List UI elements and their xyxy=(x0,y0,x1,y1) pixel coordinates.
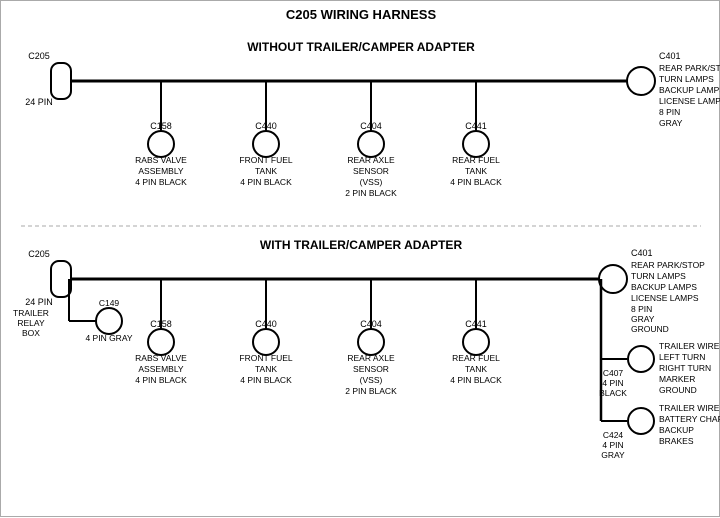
section2-c158-line2: ASSEMBLY xyxy=(138,364,184,374)
section2-24pin: 24 PIN xyxy=(25,297,53,307)
section1-c440-circle xyxy=(253,131,279,157)
section2-c424-color: GRAY xyxy=(601,450,625,460)
section2-c440-label: C440 xyxy=(255,319,277,329)
section2-c401-pins: 8 PIN xyxy=(631,304,652,314)
section2-c401-line2: TURN LAMPS xyxy=(631,271,686,281)
section2-c424-brakes: BRAKES xyxy=(659,436,694,446)
section2-c158-line3: 4 PIN BLACK xyxy=(135,375,187,385)
section2-c441-circle xyxy=(463,329,489,355)
section2-trailer-relay-label: TRAILER xyxy=(13,308,49,318)
section2-c407-trailer: TRAILER WIRES xyxy=(659,341,720,351)
section1-c401-pins: 8 PIN xyxy=(659,107,680,117)
section2-c407-marker: MARKER xyxy=(659,374,695,384)
section2-c440-line3: 4 PIN BLACK xyxy=(240,375,292,385)
section2-c407-label: C407 xyxy=(603,368,624,378)
section2-c407-pins: 4 PIN xyxy=(602,378,623,388)
section2-c401-line4: LICENSE LAMPS xyxy=(631,293,699,303)
section2-c158-label: C158 xyxy=(150,319,172,329)
section2-c404-line3: (VSS) xyxy=(360,375,383,385)
section2-c407-rt: RIGHT TURN xyxy=(659,363,711,373)
section1-c401-line2: TURN LAMPS xyxy=(659,74,714,84)
section2-c205-label: C205 xyxy=(28,249,50,259)
section1-c404-line3: (VSS) xyxy=(360,177,383,187)
section1-c401-line1: REAR PARK/STOP xyxy=(659,63,720,73)
section2-c407-lt: LEFT TURN xyxy=(659,352,705,362)
section1-c404-label: C404 xyxy=(360,121,382,131)
section2-c441-label: C441 xyxy=(465,319,487,329)
section2-trailer-relay-label2: RELAY xyxy=(17,318,45,328)
section1-c401-line3: BACKUP LAMPS xyxy=(659,85,720,95)
section2-c407-ground: GROUND xyxy=(659,385,697,395)
section2-c404-line1: REAR AXLE xyxy=(347,353,395,363)
section2-c401-color: GRAY xyxy=(631,314,655,324)
section2-c404-label: C404 xyxy=(360,319,382,329)
section1-c158-circle xyxy=(148,131,174,157)
section1-c404-line2: SENSOR xyxy=(353,166,389,176)
section1-c401-color: GRAY xyxy=(659,118,683,128)
section2-c424-backup: BACKUP xyxy=(659,425,694,435)
section1-c205-label: C205 xyxy=(28,51,50,61)
section1-c441-line3: 4 PIN BLACK xyxy=(450,177,502,187)
section2-c149-label: C149 xyxy=(99,298,120,308)
section1-label: WITHOUT TRAILER/CAMPER ADAPTER xyxy=(247,40,475,54)
section1-c158-label: C158 xyxy=(150,121,172,131)
section2-c401-line1: REAR PARK/STOP xyxy=(631,260,705,270)
section1-left-rect xyxy=(51,63,71,99)
section1-c440-line1: FRONT FUEL xyxy=(239,155,292,165)
main-title: C205 WIRING HARNESS xyxy=(286,7,437,22)
section1-right-circle xyxy=(627,67,655,95)
section1-c401-label: C401 xyxy=(659,51,681,61)
section2-right-circle xyxy=(599,265,627,293)
page-container: C205 WIRING HARNESS WITHOUT TRAILER/CAMP… xyxy=(0,0,720,517)
section1-c441-line2: TANK xyxy=(465,166,487,176)
section2-c404-line2: SENSOR xyxy=(353,364,389,374)
section2-c441-line3: 4 PIN BLACK xyxy=(450,375,502,385)
section2-c404-line4: 2 PIN BLACK xyxy=(345,386,397,396)
section1-c441-label: C441 xyxy=(465,121,487,131)
section2-c149-circle xyxy=(96,308,122,334)
section2-c158-line1: RABS VALVE xyxy=(135,353,187,363)
section1-c158-line3: 4 PIN BLACK xyxy=(135,177,187,187)
section2-c440-circle xyxy=(253,329,279,355)
section1-c440-line3: 4 PIN BLACK xyxy=(240,177,292,187)
section1-c158-line2: ASSEMBLY xyxy=(138,166,184,176)
section1-c441-circle xyxy=(463,131,489,157)
section2-c404-circle xyxy=(358,329,384,355)
section1-c404-line1: REAR AXLE xyxy=(347,155,395,165)
section1-c401-line4: LICENSE LAMPS xyxy=(659,96,720,106)
section2-c441-line1: REAR FUEL xyxy=(452,353,500,363)
section1-c158-line1: RABS VALVE xyxy=(135,155,187,165)
section2-c401-label: C401 xyxy=(631,248,653,258)
section2-c424-bat: BATTERY CHARGE xyxy=(659,414,720,424)
section2-c440-line1: FRONT FUEL xyxy=(239,353,292,363)
section2-c149-pins: 4 PIN GRAY xyxy=(85,333,132,343)
section2-c424-circle xyxy=(628,408,654,434)
section2-c401-ground: GROUND xyxy=(631,324,669,334)
section2-c407-circle xyxy=(628,346,654,372)
section2-c401-line3: BACKUP LAMPS xyxy=(631,282,697,292)
section1-c440-line2: TANK xyxy=(255,166,277,176)
section2-c441-line2: TANK xyxy=(465,364,487,374)
section2-c407-color: BLACK xyxy=(599,388,627,398)
section1-24pin: 24 PIN xyxy=(25,97,53,107)
wiring-diagram-svg: C205 WIRING HARNESS WITHOUT TRAILER/CAMP… xyxy=(1,1,720,518)
section1-c404-line4: 2 PIN BLACK xyxy=(345,188,397,198)
section2-c424-pins: 4 PIN xyxy=(602,440,623,450)
section1-c441-line1: REAR FUEL xyxy=(452,155,500,165)
section1-c404-circle xyxy=(358,131,384,157)
section2-c158-circle xyxy=(148,329,174,355)
section1-c440-label: C440 xyxy=(255,121,277,131)
section2-c440-line2: TANK xyxy=(255,364,277,374)
section2-trailer-relay-label3: BOX xyxy=(22,328,40,338)
section2-label: WITH TRAILER/CAMPER ADAPTER xyxy=(260,238,463,252)
section2-c424-label: C424 xyxy=(603,430,624,440)
section2-c424-trailer: TRAILER WIRES xyxy=(659,403,720,413)
